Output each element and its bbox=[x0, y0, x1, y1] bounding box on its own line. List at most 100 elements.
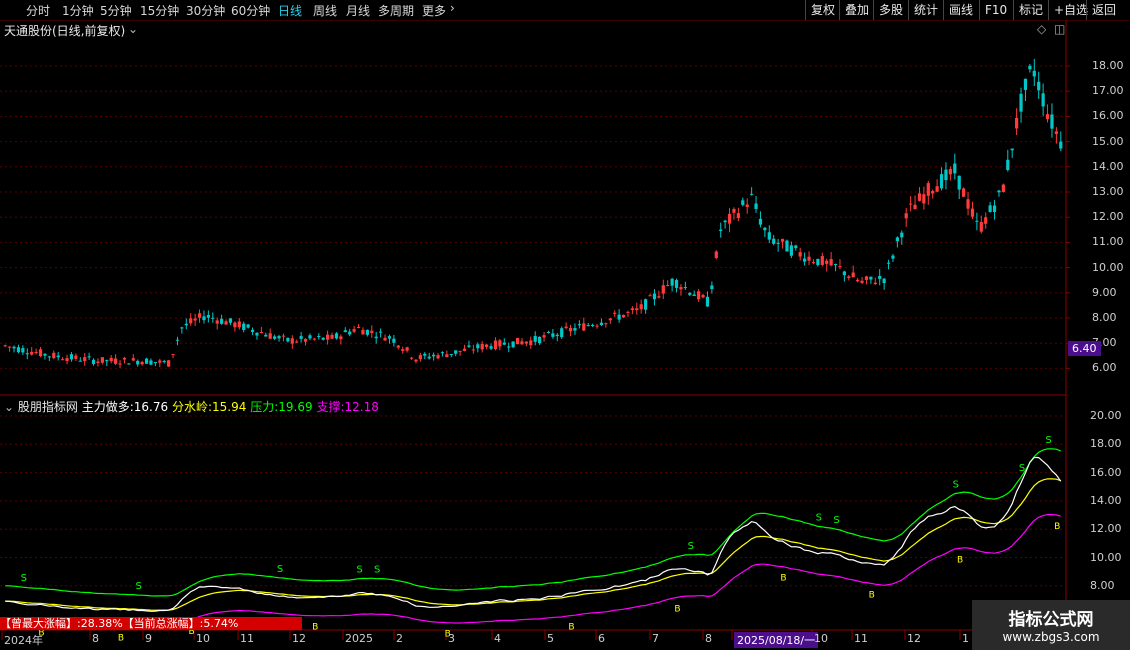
candle-body bbox=[692, 294, 696, 296]
candle-body bbox=[758, 218, 763, 225]
sell-signal-marker: S bbox=[136, 581, 142, 592]
candle-body bbox=[303, 338, 308, 342]
candle-body bbox=[202, 316, 206, 321]
candle-body bbox=[211, 317, 215, 319]
indicator-axis-label: 10.00 bbox=[1090, 550, 1122, 564]
sell-signal-marker: S bbox=[1090, 0, 1096, 3]
candle-body bbox=[595, 325, 599, 327]
candle-body bbox=[74, 355, 78, 359]
candle-body bbox=[820, 256, 824, 265]
candle-body bbox=[1006, 159, 1010, 171]
candle-body bbox=[776, 242, 780, 244]
candle-body bbox=[661, 285, 665, 294]
candle-body bbox=[807, 256, 811, 261]
candle-body bbox=[970, 208, 975, 217]
candle-body bbox=[485, 344, 489, 348]
candle-body bbox=[109, 357, 113, 362]
press-label: 压力: bbox=[250, 400, 279, 414]
candle-body bbox=[423, 353, 427, 356]
main-label: 主力做多: bbox=[81, 400, 134, 414]
candle-body bbox=[299, 336, 303, 339]
candle-body bbox=[339, 336, 343, 340]
candle-body bbox=[317, 336, 321, 338]
date-axis-label: 2025/08/18/一 bbox=[734, 632, 819, 648]
price-axis-label: 16.00 bbox=[1092, 109, 1124, 123]
candle-body bbox=[1023, 78, 1028, 90]
candle-body bbox=[237, 321, 241, 328]
candle-body bbox=[370, 330, 374, 333]
candle-body bbox=[445, 354, 449, 358]
candle-body bbox=[290, 338, 294, 344]
water-label: 分水岭: bbox=[171, 400, 213, 414]
candle-body bbox=[789, 245, 793, 256]
candle-body bbox=[180, 327, 184, 329]
candle-body bbox=[16, 347, 21, 353]
candle-body bbox=[931, 190, 935, 194]
buy-signal-marker: B bbox=[957, 555, 963, 565]
date-axis-label: 6 bbox=[598, 632, 605, 645]
candle-body bbox=[65, 358, 69, 362]
candle-body bbox=[727, 213, 732, 224]
indicator-collapse-icon[interactable]: ⌄ bbox=[4, 400, 14, 414]
candle-body bbox=[551, 333, 555, 337]
candle-body bbox=[449, 354, 453, 356]
candle-body bbox=[100, 357, 104, 363]
candle-body bbox=[1028, 65, 1032, 70]
candle-body bbox=[348, 331, 352, 335]
candle-body bbox=[78, 360, 82, 362]
candle-body bbox=[277, 336, 281, 339]
candle-body bbox=[979, 222, 983, 232]
candle-body bbox=[886, 262, 891, 264]
candle-body bbox=[334, 333, 339, 339]
candle-body bbox=[343, 330, 347, 333]
rise-banner: 【曾最大涨幅】:28.38%【当前总涨幅】:5.74% bbox=[0, 617, 302, 630]
candle-body bbox=[599, 322, 604, 325]
price-axis-label: 8.00 bbox=[1092, 311, 1117, 324]
candle-body bbox=[750, 193, 754, 195]
sell-signal-marker: S bbox=[816, 512, 822, 523]
date-axis-label: 10 bbox=[196, 632, 210, 645]
watermark-name: 指标公式网 bbox=[1008, 610, 1094, 630]
candle-body bbox=[189, 318, 193, 324]
candle-body bbox=[471, 349, 475, 351]
candle-body bbox=[467, 345, 471, 347]
candle-body bbox=[794, 245, 798, 249]
candle-body bbox=[838, 266, 842, 268]
max-rise-label: 【曾最大涨幅】: bbox=[0, 617, 81, 630]
sell-signal-marker: S bbox=[688, 541, 694, 552]
price-axis-label: 14.00 bbox=[1092, 159, 1124, 173]
candle-body bbox=[1010, 148, 1014, 151]
candle-body bbox=[688, 292, 692, 295]
sell-signal-marker: S bbox=[1019, 463, 1025, 474]
watermark-url: www.zbgs3.com bbox=[1002, 630, 1100, 644]
candle-body bbox=[193, 318, 197, 321]
candle-body bbox=[873, 282, 877, 285]
current-price-tag: 6.40 bbox=[1068, 341, 1101, 356]
date-axis-label: 1 bbox=[962, 632, 969, 645]
candle-body bbox=[511, 341, 515, 348]
candle-body bbox=[30, 351, 34, 355]
sell-signal-marker: S bbox=[356, 565, 362, 576]
candle-body bbox=[387, 336, 392, 339]
candle-body bbox=[52, 352, 56, 359]
buy-signal-marker: B bbox=[674, 604, 680, 614]
candle-body bbox=[825, 260, 829, 264]
indicator-axis-label: 20.00 bbox=[1090, 409, 1122, 422]
candle-body bbox=[697, 291, 701, 300]
candle-body bbox=[462, 348, 467, 351]
candle-body bbox=[418, 355, 422, 360]
candle-body bbox=[763, 227, 767, 231]
sell-signal-marker: S bbox=[1045, 435, 1051, 446]
candle-body bbox=[259, 332, 263, 334]
candle-body bbox=[365, 329, 369, 335]
candle-body bbox=[498, 340, 502, 347]
candle-body bbox=[480, 343, 484, 350]
buy-signal-marker: B bbox=[312, 623, 318, 633]
chart-canvas[interactable]: SSSSSSSSSSSSSSSSSSSBBBBBBBBBBBBBBBB bbox=[0, 0, 1130, 650]
sell-signal-marker: S bbox=[374, 565, 380, 576]
candle-body bbox=[383, 337, 387, 341]
candle-body bbox=[732, 208, 736, 213]
candle-body bbox=[621, 314, 626, 318]
buy-signal-marker: B bbox=[780, 574, 786, 584]
main-line bbox=[5, 456, 1062, 612]
